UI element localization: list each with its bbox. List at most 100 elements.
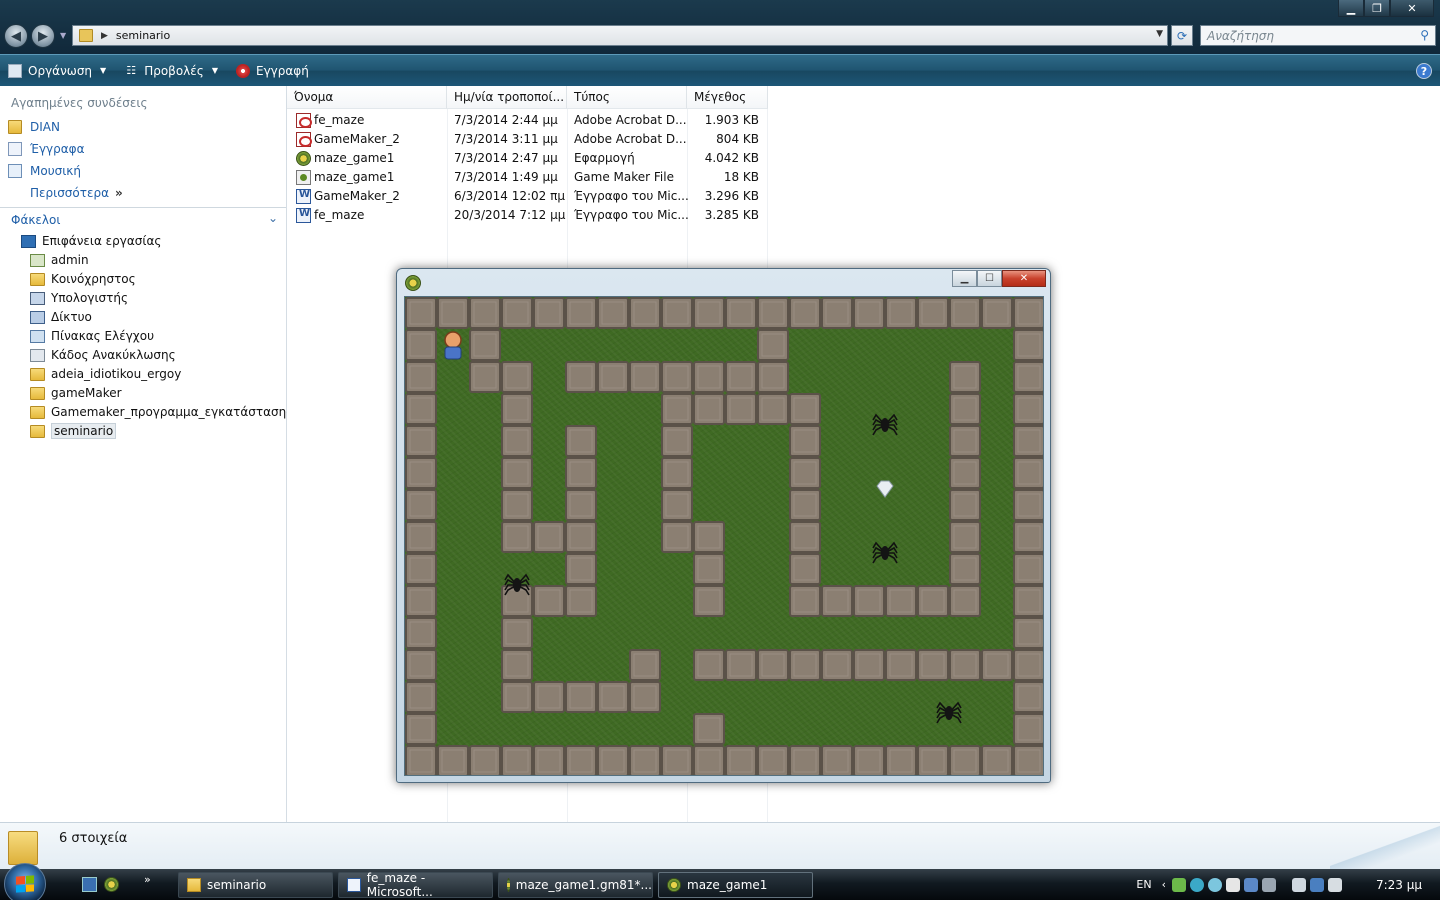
title-bar: ▁ ❐ ✕ ◀ ▶ ▼ ▶ seminario ▼ ⟳ Αναζήτηση ⚲ [0,0,1440,54]
taskbar-button-word[interactable]: fe_maze - Microsoft... [338,871,493,899]
security-icon[interactable] [1171,877,1186,892]
favorite-label: DIAN [30,120,60,134]
tree-item-label: Επιφάνεια εργασίας [42,234,162,248]
folder-icon [30,367,45,381]
tree-item-gamemaker-setup[interactable]: Gamemaker_προγραμμα_εγκατάστασης [30,403,293,421]
column-header-type[interactable]: Τύπος [567,86,687,109]
file-row[interactable]: GameMaker_2 6/3/2014 12:02 πμ Έγγραφο το… [287,187,767,206]
tree-item-desktop[interactable]: Επιφάνεια εργασίας [21,232,161,250]
chevron-down-icon: ▼ [100,66,107,75]
file-row[interactable]: GameMaker_2 7/3/2014 3:11 μμ Adobe Acrob… [287,130,767,149]
folder-icon [187,878,201,892]
tray-expand-chevron-icon[interactable]: ‹ [1162,878,1166,891]
tree-item-shared[interactable]: Κοινόχρηστος [30,270,136,288]
refresh-icon: ⟳ [1176,28,1188,43]
close-button[interactable]: ✕ [1390,0,1434,17]
maze-board [405,297,1043,775]
spider-enemy-icon [881,546,889,560]
chevron-down-icon: ▼ [211,66,218,75]
burn-disc-icon [235,63,250,78]
file-size: 1.903 KB [704,113,759,127]
forward-arrow-icon: ▶ [38,28,48,44]
tree-item-admin[interactable]: admin [30,251,89,269]
gamemaker-quicklaunch-icon[interactable] [104,877,119,892]
decorative-swoosh [1330,822,1440,869]
clock[interactable]: 7:23 μμ [1376,878,1422,892]
gamemaker-icon [405,275,421,291]
game-close-button[interactable]: ✕ [1002,270,1046,287]
file-size: 3.296 KB [704,189,759,203]
task-label: fe_maze - Microsoft... [366,871,433,899]
minimize-button[interactable]: ▁ [1338,0,1364,17]
favorite-label: Έγγραφα [30,142,85,156]
forward-button[interactable]: ▶ [31,24,55,48]
file-row[interactable]: fe_maze 7/3/2014 2:44 μμ Adobe Acrobat D… [287,111,767,130]
user-icon [30,253,45,267]
address-path[interactable]: seminario [116,29,170,42]
history-dropdown[interactable]: ▼ [60,31,66,40]
tray-app-icon[interactable] [1207,877,1222,892]
taskbar-button-gamemaker-editor[interactable]: maze_game1.gm81*... [498,872,653,898]
views-icon: ☷ [126,64,137,77]
game-minimize-button[interactable]: ▁ [952,270,977,287]
column-header-size[interactable]: Μέγεθος [687,86,768,109]
tree-item-label: Gamemaker_προγραμμα_εγκατάστασης [51,405,294,419]
battery-icon[interactable] [1291,877,1306,892]
tray-app-icon[interactable] [1189,877,1204,892]
burn-button[interactable]: Εγγραφή [235,63,309,78]
organize-menu[interactable]: Οργάνωση ▼ [8,63,107,78]
quicklaunch-more-icon[interactable]: » [144,873,151,886]
favorite-link-music[interactable]: Μουσική [8,164,81,178]
language-indicator[interactable]: EN [1136,878,1151,891]
tray-app-icon[interactable] [1225,877,1240,892]
folders-header[interactable]: Φάκελοι ⌄ [0,207,286,231]
refresh-button[interactable]: ⟳ [1171,25,1193,46]
tree-item-control-panel[interactable]: Πίνακας Ελέγχου [30,327,154,345]
game-maximize-button[interactable]: ☐ [977,270,1002,287]
favorite-link-dian[interactable]: DIAN [8,120,60,134]
music-icon [8,164,22,178]
folder-icon [30,405,45,419]
file-row[interactable]: maze_game1 7/3/2014 1:49 μμ Game Maker F… [287,168,767,187]
address-dropdown-icon[interactable]: ▼ [1156,29,1163,39]
search-input[interactable]: Αναζήτηση ⚲ [1200,25,1436,46]
file-date: 20/3/2014 7:12 μμ [454,208,566,222]
gamemaker-icon [667,878,681,892]
tree-item-adeia[interactable]: adeia_idiotikou_ergoy [30,365,181,383]
file-type: Adobe Acrobat D... [574,132,687,146]
tree-item-label: adeia_idiotikou_ergoy [51,367,182,381]
tree-item-network[interactable]: Δίκτυο [30,308,92,326]
tree-item-recycle-bin[interactable]: Κάδος Ανακύκλωσης [30,346,176,364]
help-button[interactable]: ? [1416,63,1432,79]
column-header-date[interactable]: Ημ/νία τροποποί... [447,86,567,109]
breadcrumb-chevron-icon[interactable]: ▶ [101,31,108,41]
documents-icon [8,142,22,156]
collapse-chevron-icon[interactable]: ⌄ [268,211,278,225]
back-button[interactable]: ◀ [4,24,28,48]
taskbar-button-seminario[interactable]: seminario [178,872,333,898]
volume-icon[interactable] [1327,877,1342,892]
views-menu[interactable]: ☷ Προβολές ▼ [124,64,218,78]
taskbar-button-maze-game[interactable]: maze_game1 [658,872,813,898]
favorite-link-documents[interactable]: Έγγραφα [8,142,85,156]
game-window[interactable]: ▁ ☐ ✕ [396,268,1051,783]
tree-item-seminario[interactable]: seminario [30,422,117,440]
network-icon[interactable] [1309,877,1324,892]
restore-button[interactable]: ❐ [1364,0,1390,17]
file-row[interactable]: fe_maze 20/3/2014 7:12 μμ Έγγραφο του Mi… [287,206,767,225]
gamemaker-icon [507,878,510,892]
more-favorites-link[interactable]: Περισσότερα » [30,186,123,200]
start-button[interactable] [4,863,46,900]
tray-app-icon[interactable] [1261,877,1276,892]
game-canvas[interactable] [404,296,1044,776]
address-bar[interactable]: ▶ seminario ▼ [72,25,1168,46]
tray-app-icon[interactable] [1243,877,1258,892]
folder-icon [8,831,38,865]
favorites-title: Αγαπημένες συνδέσεις [11,96,148,110]
tree-item-gamemaker[interactable]: gameMaker [30,384,122,402]
tree-item-computer[interactable]: Υπολογιστής [30,289,128,307]
file-row[interactable]: maze_game1 7/3/2014 2:47 μμ Εφαρμογή 4.0… [287,149,767,168]
column-header-name[interactable]: Όνομα [287,86,447,109]
search-icon[interactable]: ⚲ [1420,28,1429,42]
show-desktop-icon[interactable] [82,877,97,892]
